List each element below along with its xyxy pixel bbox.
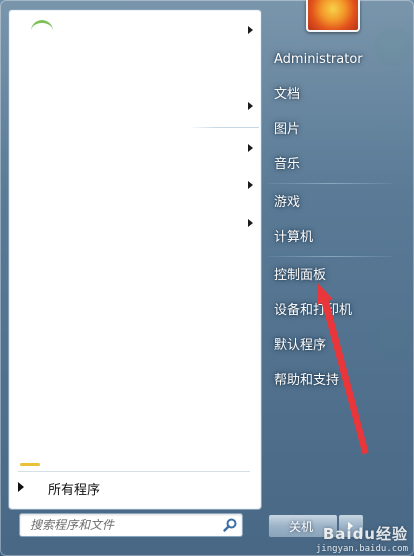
recent-program-item[interactable] [17, 167, 259, 203]
all-programs-separator [18, 471, 250, 472]
all-programs-arrow-icon [18, 482, 24, 492]
programs-pane [8, 9, 262, 510]
submenu-arrow-icon[interactable] [248, 181, 253, 189]
pane-separator [189, 127, 259, 128]
program-icon-fragment [20, 463, 40, 466]
right-item-default-programs[interactable]: 默认程序 [268, 334, 404, 358]
watermark: Baidu经验 jingyan.baidu.com [316, 523, 408, 554]
search-icon[interactable] [222, 517, 238, 533]
right-item-documents[interactable]: 文档 [268, 83, 404, 107]
submenu-arrow-icon[interactable] [248, 219, 253, 227]
start-menu: 所有程序 Administrator 文档 图片 音乐 游戏 计算机 控制面板 … [0, 0, 414, 556]
recent-program-item[interactable] [17, 205, 259, 241]
right-pane-separator [268, 183, 392, 184]
right-item-computer[interactable]: 计算机 [268, 226, 404, 250]
right-item-control-panel[interactable]: 控制面板 [268, 264, 404, 288]
search-box[interactable] [19, 513, 243, 537]
watermark-url: jingyan.baidu.com [315, 544, 408, 554]
search-input[interactable] [20, 514, 216, 536]
all-programs-button[interactable]: 所有程序 [10, 476, 250, 498]
right-item-games[interactable]: 游戏 [268, 191, 404, 215]
pinned-program-item[interactable] [17, 88, 259, 124]
all-programs-label: 所有程序 [48, 483, 101, 498]
right-item-devices-printers[interactable]: 设备和打印机 [268, 299, 404, 323]
right-item-music[interactable]: 音乐 [268, 153, 404, 177]
shutdown-label: 关机 [289, 520, 314, 534]
user-picture[interactable] [306, 0, 360, 32]
right-item-administrator[interactable]: Administrator [268, 48, 404, 72]
submenu-arrow-icon[interactable] [248, 26, 253, 34]
submenu-arrow-icon[interactable] [248, 144, 253, 152]
right-item-pictures[interactable]: 图片 [268, 118, 404, 142]
watermark-logo: Baidu经验 [322, 525, 408, 543]
submenu-arrow-icon[interactable] [248, 102, 253, 110]
pinned-program-item[interactable] [17, 12, 259, 48]
right-item-help-support[interactable]: 帮助和支持 [268, 369, 404, 393]
recent-program-item[interactable] [17, 130, 259, 166]
right-pane-separator [268, 256, 392, 257]
